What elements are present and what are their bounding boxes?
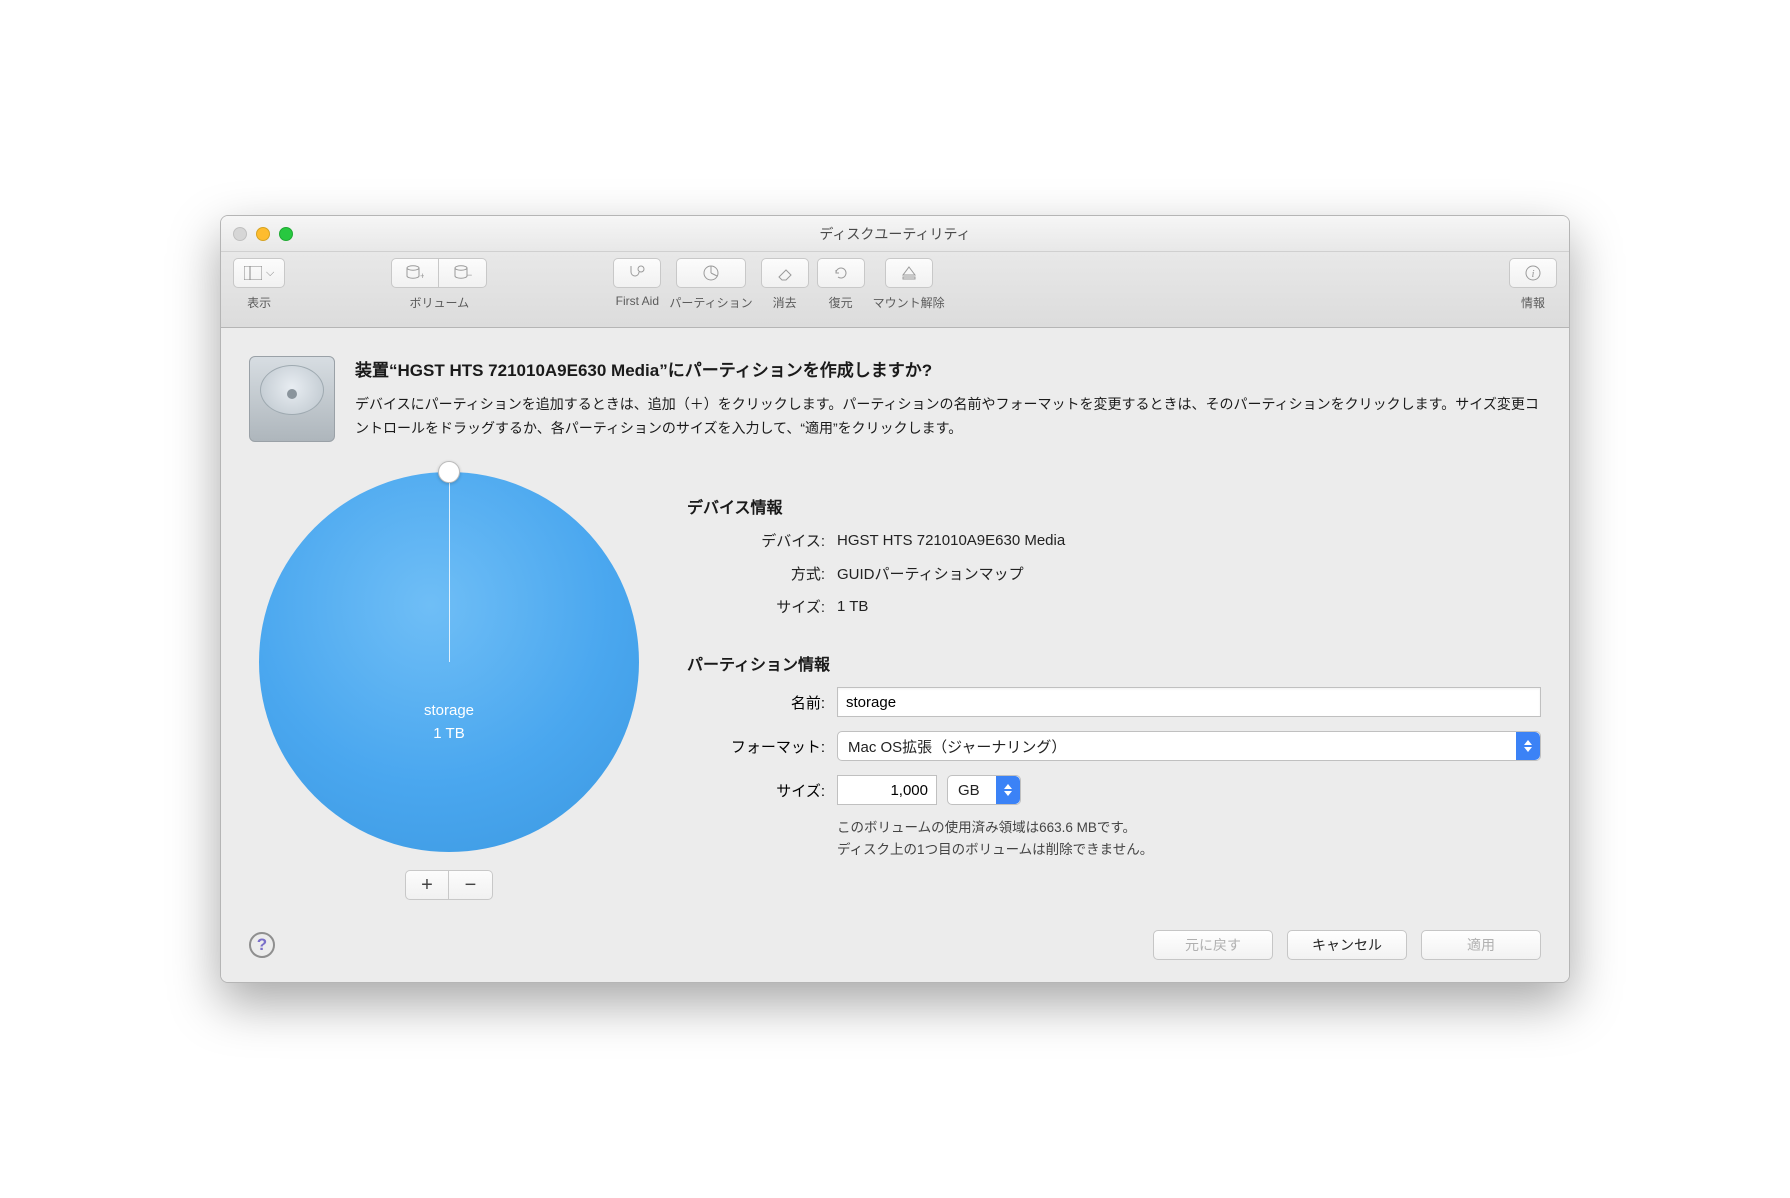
restore-button[interactable] [817,258,865,288]
pie-icon [702,264,720,282]
apply-button[interactable]: 適用 [1421,930,1541,960]
device-value: HGST HTS 721010A9E630 Media [837,532,1541,549]
volume-label: ボリューム [410,294,470,311]
titlebar: ディスクユーティリティ [221,216,1569,252]
sheet-description: デバイスにパーティションを追加するときは、追加（＋）をクリックします。パーティシ… [355,393,1541,441]
partition-label: パーティション [669,294,752,311]
device-info-title: デバイス情報 [687,494,1541,518]
view-label: 表示 [247,294,271,311]
pie-partition-size: 1 TB [424,723,474,746]
erase-label: 消去 [773,294,797,311]
eject-icon [901,265,917,281]
window-title: ディスクユーティリティ [819,224,970,244]
partition-name-input[interactable] [837,687,1541,717]
cancel-button[interactable]: キャンセル [1287,930,1407,960]
scheme-label: 方式: [705,563,825,584]
partition-pie[interactable]: storage 1 TB [259,472,639,852]
svg-text:+: + [420,271,424,281]
restore-label: 復元 [829,294,853,311]
first-aid-button[interactable] [613,258,661,288]
partition-size-input[interactable] [837,775,937,805]
info-button[interactable]: i [1509,258,1557,288]
remove-partition-button[interactable]: − [449,870,493,900]
size-unit-value: GB [958,782,980,799]
svg-text:−: − [467,270,472,280]
scheme-value: GUIDパーティションマップ [837,563,1541,584]
zoom-window-button[interactable] [279,227,293,241]
minimize-window-button[interactable] [256,227,270,241]
usage-hint: このボリュームの使用済み領域は663.6 MBです。 [837,817,1541,839]
volume-remove-button[interactable]: − [439,258,487,288]
size-unit-select[interactable]: GB [947,775,1021,805]
first-aid-label: First Aid [616,294,659,308]
format-select-value: Mac OS拡張（ジャーナリング） [848,736,1066,757]
chevron-updown-icon [996,776,1020,804]
info-label: 情報 [1521,294,1545,311]
chevron-updown-icon [1516,732,1540,760]
revert-button[interactable]: 元に戻す [1153,930,1273,960]
toolbar: ⌵ 表示 + − ボリューム First Aid [221,252,1569,328]
format-label: フォーマット: [705,736,825,757]
device-size-label: サイズ: [705,596,825,617]
volume-add-button[interactable]: + [391,258,439,288]
device-label: デバイス: [705,530,825,551]
traffic-lights [233,227,293,241]
disk-utility-window: ディスクユーティリティ ⌵ 表示 + − ボリューム [220,215,1570,983]
erase-button[interactable] [761,258,809,288]
pie-partition-name: storage [424,700,474,723]
device-size-value: 1 TB [837,598,1541,615]
sheet-footer: ? 元に戻す キャンセル 適用 [249,900,1541,960]
info-icon: i [1524,264,1542,282]
delete-hint: ディスク上の1つ目のボリュームは削除できません。 [837,839,1541,861]
size-label: サイズ: [705,780,825,801]
partition-info-title: パーティション情報 [687,651,1541,675]
partition-button[interactable] [676,258,746,288]
add-partition-button[interactable]: + [405,870,449,900]
unmount-button[interactable] [885,258,933,288]
sheet-heading: 装置“HGST HTS 721010A9E630 Media”にパーティションを… [355,356,1541,381]
partition-pie-label: storage 1 TB [424,700,474,745]
partition-divider [449,472,450,662]
svg-text:i: i [1531,268,1534,280]
eraser-icon [776,265,794,281]
unmount-label: マウント解除 [873,294,945,311]
stethoscope-icon [627,264,647,282]
partition-sheet: 装置“HGST HTS 721010A9E630 Media”にパーティションを… [221,328,1569,982]
close-window-button[interactable] [233,227,247,241]
format-select[interactable]: Mac OS拡張（ジャーナリング） [837,731,1541,761]
drive-icon [249,356,335,442]
name-label: 名前: [705,692,825,713]
view-button[interactable]: ⌵ [233,258,285,288]
help-button[interactable]: ? [249,932,275,958]
partition-resize-handle[interactable] [438,461,460,483]
restore-icon [832,264,850,282]
